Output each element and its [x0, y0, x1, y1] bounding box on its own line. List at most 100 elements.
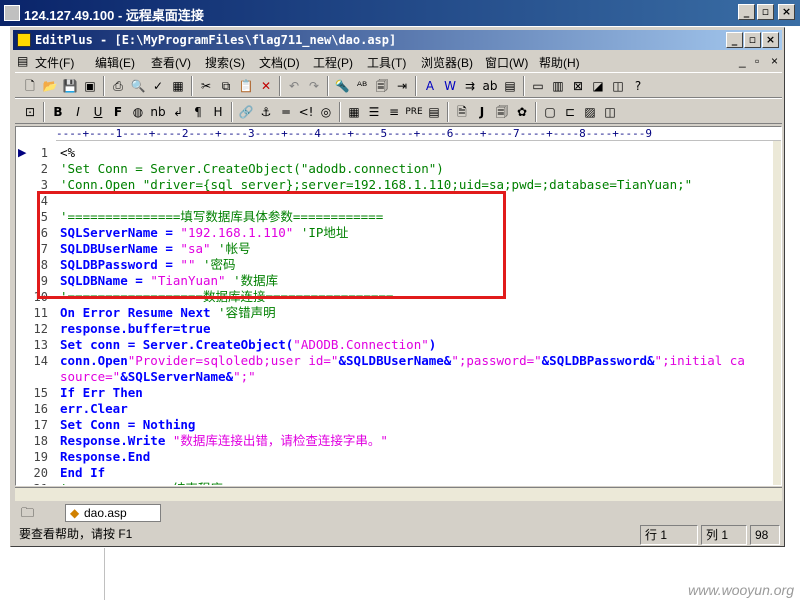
editplus-restore-button[interactable]: ▫ [744, 32, 761, 48]
special-char-icon[interactable]: ✿ [513, 103, 531, 121]
comment-tag-icon[interactable]: <! [297, 103, 315, 121]
menu-file[interactable]: 文件(F) [35, 54, 74, 71]
code-line[interactable]: Set conn = Server.CreateObject("ADODB.Co… [60, 337, 436, 353]
heading-icon[interactable]: H [209, 103, 227, 121]
paragraph-icon[interactable]: ¶ [189, 103, 207, 121]
editor-area[interactable]: ----+----1----+----2----+----3----+----4… [15, 126, 782, 486]
code-token: "Provider=sqloledb;user id=" [127, 353, 339, 368]
code-line[interactable]: Set Conn = Nothing [60, 417, 195, 433]
code-token: 'Conn.Open "driver={sql server};server=1… [60, 177, 693, 192]
pre-icon[interactable]: PRE [405, 103, 423, 121]
line-break-icon[interactable]: ↲ [169, 103, 187, 121]
delete-icon[interactable]: ✕ [257, 77, 275, 95]
indent-icon[interactable]: ⇉ [461, 77, 479, 95]
code-line[interactable]: Response.Write "数据库连接出错，请检查连接字串。" [60, 433, 388, 449]
find-in-files-icon[interactable]: 🗐 [373, 77, 391, 95]
javascript-icon[interactable]: J [473, 103, 491, 121]
font-icon[interactable]: A [421, 77, 439, 95]
save-icon[interactable]: 💾 [61, 77, 79, 95]
spell-check-icon[interactable]: ✓ [149, 77, 167, 95]
save-all-icon[interactable]: ▣ [81, 77, 99, 95]
stylesheet-icon[interactable]: 🗐 [493, 103, 511, 121]
italic-icon[interactable]: I [69, 103, 87, 121]
color-icon[interactable]: ◍ [129, 103, 147, 121]
restore-button[interactable]: ▫ [757, 4, 774, 20]
close-button[interactable]: × [778, 4, 795, 20]
menu-view[interactable]: 查看(V) [151, 54, 191, 71]
user-tool-icon[interactable]: ▥ [549, 77, 567, 95]
code-token: Set Conn = Nothing [60, 417, 196, 432]
image-icon[interactable]: ◎ [317, 103, 335, 121]
underline-icon[interactable]: U [89, 103, 107, 121]
html-preview-icon[interactable]: ⊡ [21, 103, 39, 121]
code-line[interactable]: <% [60, 145, 75, 161]
folder-icon[interactable]: 🗀 [21, 504, 34, 526]
horizontal-scrollbar[interactable] [15, 487, 782, 501]
cut-icon[interactable]: ✂ [197, 77, 215, 95]
find-icon[interactable]: 🔦 [333, 77, 351, 95]
layer-icon[interactable]: ▢ [541, 103, 559, 121]
editplus-close-button[interactable]: × [762, 32, 779, 48]
spell-abc-icon[interactable]: ab [481, 77, 499, 95]
code-line[interactable]: End If [60, 465, 105, 481]
directory-window-icon[interactable]: ◫ [609, 77, 627, 95]
status-bar: 要查看帮助，请按 F1 行 1 列 1 98 [15, 525, 782, 545]
editplus-minimize-button[interactable]: _ [726, 32, 743, 48]
menu-minimize[interactable]: _ [739, 54, 746, 68]
menu-edit[interactable]: 编辑(E) [95, 54, 135, 71]
vertical-scrollbar[interactable] [773, 141, 781, 485]
print-preview-icon[interactable]: 🔍 [129, 77, 147, 95]
code-line[interactable]: source="&SQLServerName&";" [60, 369, 256, 385]
properties-icon[interactable]: ▦ [169, 77, 187, 95]
menu-browser[interactable]: 浏览器(B) [421, 54, 473, 71]
code-line[interactable]: On Error Resume Next '容错声明 [60, 305, 276, 321]
menu-close[interactable]: × [771, 54, 778, 68]
menu-tools[interactable]: 工具(T) [367, 54, 406, 71]
word-wrap-icon[interactable]: W [441, 77, 459, 95]
table-icon[interactable]: ▦ [345, 103, 363, 121]
script-icon[interactable]: 🗎 [453, 103, 471, 121]
new-file-icon[interactable]: 🗋 [21, 77, 39, 95]
browser-view-icon[interactable]: ▭ [529, 77, 547, 95]
menu-project[interactable]: 工程(P) [313, 54, 353, 71]
tab-dao-asp[interactable]: ◆ dao.asp [65, 504, 161, 522]
open-folder-icon[interactable]: 📂 [41, 77, 59, 95]
context-help-icon[interactable]: ? [629, 77, 647, 95]
link-icon[interactable]: 🔗 [237, 103, 255, 121]
frame-icon[interactable]: ⊏ [561, 103, 579, 121]
code-line[interactable]: err.Clear [60, 401, 128, 417]
horizontal-rule-icon[interactable]: ═ [277, 103, 295, 121]
minimize-button[interactable]: _ [738, 4, 755, 20]
code-line[interactable]: 'Set Conn = Server.CreateObject("adodb.c… [60, 161, 444, 177]
cliptext-icon[interactable]: ▤ [501, 77, 519, 95]
align-left-icon[interactable]: ☰ [365, 103, 383, 121]
code-line[interactable]: If Err Then [60, 385, 143, 401]
form-icon[interactable]: ▤ [425, 103, 443, 121]
nbsp-icon[interactable]: nb [149, 103, 167, 121]
bold-icon[interactable]: B [49, 103, 67, 121]
window-icon[interactable]: ◫ [601, 103, 619, 121]
print-icon[interactable]: ⎙ [109, 77, 127, 95]
redo-icon[interactable]: ↷ [305, 77, 323, 95]
code-line[interactable]: response.buffer=true [60, 321, 211, 337]
menu-window[interactable]: 窗口(W) [485, 54, 528, 71]
font-tag-icon[interactable]: F [109, 103, 127, 121]
replace-icon[interactable]: ᴬᴮ [353, 77, 371, 95]
menu-search[interactable]: 搜索(S) [205, 54, 245, 71]
goto-line-icon[interactable]: ⇥ [393, 77, 411, 95]
copy-icon[interactable]: ⧉ [217, 77, 235, 95]
code-line[interactable]: Response.End [60, 449, 150, 465]
document-menu-icon[interactable]: ▤ [17, 54, 28, 68]
toolbar-preview-icon[interactable]: ▨ [581, 103, 599, 121]
menu-restore[interactable]: ▫ [755, 54, 759, 68]
code-line[interactable]: conn.Open"Provider=sqloledb;user id="&SQ… [60, 353, 745, 369]
menu-document[interactable]: 文档(D) [259, 54, 300, 71]
anchor-icon[interactable]: ⚓ [257, 103, 275, 121]
align-center-icon[interactable]: ≡ [385, 103, 403, 121]
menu-help[interactable]: 帮助(H) [539, 54, 580, 71]
ftp-icon[interactable]: ⊠ [569, 77, 587, 95]
code-line[interactable]: '==============结束程序=====================… [60, 481, 388, 485]
output-window-icon[interactable]: ◪ [589, 77, 607, 95]
undo-icon[interactable]: ↶ [285, 77, 303, 95]
paste-icon[interactable]: 📋 [237, 77, 255, 95]
